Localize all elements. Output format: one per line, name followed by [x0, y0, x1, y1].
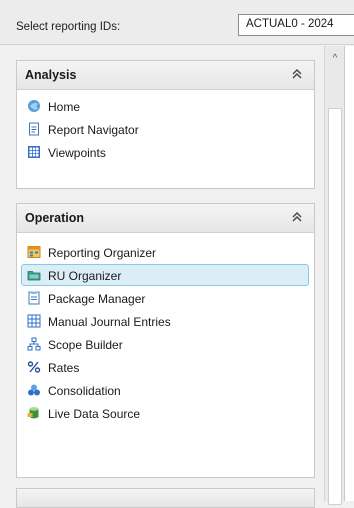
scroll-up-arrow-icon[interactable]: ^	[329, 54, 341, 64]
nav-item-scope-builder[interactable]: Scope Builder	[21, 333, 309, 355]
nav-item-ru-organizer[interactable]: RU Organizer	[21, 264, 309, 286]
nav-item-viewpoints[interactable]: Viewpoints	[21, 141, 309, 163]
reporting-ids-combo[interactable]: ACTUAL0 - 2024	[238, 14, 354, 36]
database-icon	[27, 407, 39, 419]
nav-item-label: Manual Journal Entries	[48, 315, 171, 329]
consolidation-icon	[28, 384, 40, 396]
nav-item-label: Package Manager	[48, 292, 146, 306]
next-panel-header[interactable]	[16, 488, 315, 508]
nav-item-label: Consolidation	[48, 384, 121, 398]
home-icon	[28, 100, 40, 112]
analysis-panel-header[interactable]: Analysis	[17, 61, 314, 90]
nav-item-label: Report Navigator	[48, 123, 139, 137]
nav-item-home[interactable]: Home	[21, 95, 309, 117]
vertical-scrollbar[interactable]: ^	[324, 46, 345, 505]
analysis-panel: Analysis Home Report Navigator Viewpoint…	[16, 60, 315, 189]
nav-item-label: Scope Builder	[48, 338, 123, 352]
nav-item-rates[interactable]: Rates	[21, 356, 309, 378]
nav-item-label: RU Organizer	[48, 269, 122, 283]
collapse-chevron-icon[interactable]	[290, 67, 304, 81]
collapse-chevron-icon[interactable]	[290, 210, 304, 224]
nav-item-label: Home	[48, 100, 81, 114]
analysis-panel-title: Analysis	[25, 68, 77, 82]
percent-icon	[27, 361, 41, 373]
operation-panel-title: Operation	[25, 211, 85, 225]
folder-icon	[27, 271, 41, 281]
nav-item-label: Rates	[48, 361, 80, 375]
hierarchy-icon	[27, 337, 41, 351]
content-pane-edge	[344, 46, 354, 501]
reporting-ids-label: Select reporting IDs:	[16, 21, 121, 33]
reporting-id-toolbar: Select reporting IDs: ACTUAL0 - 2024	[0, 0, 354, 45]
nav-item-package-manager[interactable]: Package Manager	[21, 287, 309, 309]
nav-item-label: Live Data Source	[48, 407, 141, 421]
package-icon	[28, 291, 40, 305]
scrollbar-thumb[interactable]	[328, 108, 342, 505]
operation-panel: Operation Reporting Organizer RU Organiz…	[16, 203, 315, 478]
operation-panel-header[interactable]: Operation	[17, 204, 314, 233]
nav-item-label: Viewpoints	[48, 146, 106, 160]
nav-item-report-navigator[interactable]: Report Navigator	[21, 118, 309, 140]
nav-item-consolidation[interactable]: Consolidation	[21, 379, 309, 401]
document-icon	[29, 122, 39, 136]
nav-item-reporting-organizer[interactable]: Reporting Organizer	[21, 241, 309, 263]
nav-item-manual-journal-entries[interactable]: Manual Journal Entries	[21, 310, 309, 332]
grid-icon	[28, 146, 40, 158]
nav-item-live-data-source[interactable]: Live Data Source	[21, 402, 309, 424]
journal-icon	[27, 314, 41, 328]
organizer-icon	[27, 246, 41, 258]
nav-item-label: Reporting Organizer	[48, 246, 157, 260]
